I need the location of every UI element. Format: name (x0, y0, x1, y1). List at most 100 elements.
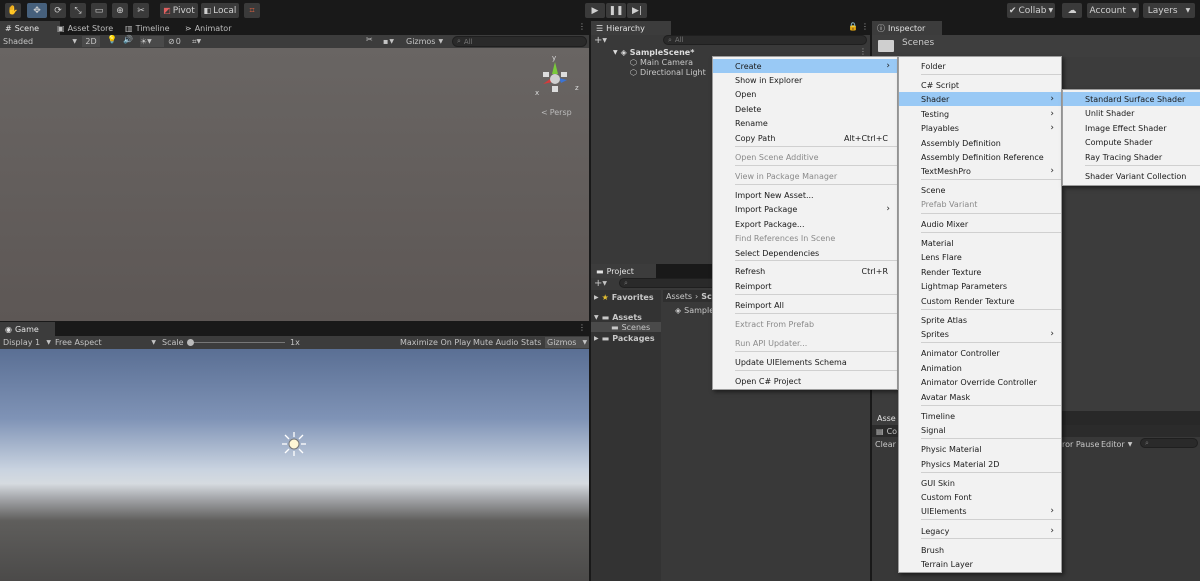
shader-menu-item-unlit-shader[interactable]: Unlit Shader (1063, 106, 1200, 120)
panel-menu-icon[interactable]: ⋮ (861, 22, 869, 31)
cloud-icon[interactable]: ☁ (1062, 3, 1082, 18)
step-button[interactable]: ▶| (627, 3, 647, 18)
create-dropdown[interactable]: + ▼ (594, 35, 607, 46)
game-gizmos-dropdown[interactable]: Gizmos ▼ (545, 337, 590, 348)
create-menu-item-render-texture[interactable]: Render Texture (899, 265, 1061, 279)
context-menu-item-import-new-asset[interactable]: Import New Asset... (713, 188, 897, 202)
scene-search-input[interactable]: ⌕ All (452, 36, 587, 47)
asset-item-scene[interactable]: ◈ Sample (675, 305, 714, 315)
stats-toggle[interactable]: Stats (521, 336, 541, 349)
tab-inspector[interactable]: ⓘ Inspector (872, 21, 942, 35)
context-menu-item-copy-path[interactable]: Copy Path Alt+Ctrl+C (713, 131, 897, 145)
tree-item-favorites[interactable]: ▶ ★ Favorites (594, 292, 654, 302)
effects-dropdown[interactable]: ☀ ▼ (140, 36, 164, 47)
shader-menu-item-shader-variant-collection[interactable]: Shader Variant Collection (1063, 169, 1200, 183)
create-menu-item-avatar-mask[interactable]: Avatar Mask (899, 390, 1061, 404)
create-menu-item-sprites[interactable]: Sprites › (899, 327, 1061, 341)
audio-icon[interactable]: 🔊 (123, 35, 133, 44)
layers-dropdown[interactable]: Layers ▼ (1143, 3, 1195, 18)
create-menu-item-brush[interactable]: Brush (899, 543, 1061, 557)
shader-menu-item-ray-tracing-shader[interactable]: Ray Tracing Shader (1063, 150, 1200, 164)
rect-tool-icon[interactable]: ▭ (91, 3, 107, 18)
error-pause-toggle[interactable]: ror Pause (1062, 439, 1099, 449)
context-menu-item-reimport-all[interactable]: Reimport All (713, 298, 897, 312)
panel-menu-icon[interactable]: ⋮ (578, 323, 586, 332)
tab-hierarchy[interactable]: ☰ Hierarchy (591, 21, 671, 35)
create-menu-item-animation[interactable]: Animation (899, 361, 1061, 375)
hidden-objects-toggle[interactable]: ⊘ 0 (168, 35, 181, 48)
context-menu-item-delete[interactable]: Delete (713, 102, 897, 116)
context-menu-item-create[interactable]: Create › (713, 59, 897, 73)
create-menu-item-legacy[interactable]: Legacy › (899, 524, 1061, 538)
create-menu-item-physic-material[interactable]: Physic Material (899, 442, 1061, 456)
create-menu-item-animator-override-controller[interactable]: Animator Override Controller (899, 375, 1061, 389)
aspect-dropdown[interactable]: Free Aspect ▼ (55, 336, 156, 349)
mute-audio-toggle[interactable]: Mute Audio (473, 336, 518, 349)
hand-tool-icon[interactable]: ✋ (5, 3, 21, 18)
display-dropdown[interactable]: Display 1 ▼ (3, 336, 51, 349)
create-menu-item-c-script[interactable]: C# Script (899, 78, 1061, 92)
create-menu-item-sprite-atlas[interactable]: Sprite Atlas (899, 313, 1061, 327)
create-menu-item-lens-flare[interactable]: Lens Flare (899, 250, 1061, 264)
project-search-input[interactable]: ⌕ (619, 278, 719, 288)
shading-dropdown[interactable]: Shaded ▼ (3, 35, 77, 48)
create-menu-item-scene[interactable]: Scene (899, 183, 1061, 197)
shader-menu-item-compute-shader[interactable]: Compute Shader (1063, 135, 1200, 149)
create-menu-item-folder[interactable]: Folder (899, 59, 1061, 73)
context-menu-item-open[interactable]: Open (713, 87, 897, 101)
create-menu-item-material[interactable]: Material (899, 236, 1061, 250)
move-tool-icon[interactable]: ✥ (27, 3, 47, 18)
scene-view[interactable]: y x z < Persp (0, 48, 589, 321)
tab-animator[interactable]: ⋗ Animator (180, 21, 236, 35)
maximize-on-play-toggle[interactable]: Maximize On Play (400, 336, 471, 349)
context-menu-item-reimport[interactable]: Reimport (713, 279, 897, 293)
create-menu-item-uielements[interactable]: UIElements › (899, 504, 1061, 518)
context-menu-item-import-package[interactable]: Import Package › (713, 202, 897, 216)
scale-slider-thumb[interactable] (187, 339, 194, 346)
scene-root-item[interactable]: ▼ ◈ SampleScene* (613, 47, 694, 57)
editor-dropdown[interactable]: Editor ▼ (1101, 439, 1132, 449)
breadcrumb-assets[interactable]: Assets › Sc (666, 291, 712, 301)
create-menu-item-assembly-definition-reference[interactable]: Assembly Definition Reference (899, 150, 1061, 164)
create-menu-item-timeline[interactable]: Timeline (899, 409, 1061, 423)
2d-toggle[interactable]: 2D (82, 36, 100, 47)
game-view[interactable] (0, 349, 589, 581)
tab-scene[interactable]: # Scene (0, 21, 60, 35)
create-menu-item-textmeshpro[interactable]: TextMeshPro › (899, 164, 1061, 178)
shader-menu-item-standard-surface-shader[interactable]: Standard Surface Shader (1063, 92, 1200, 106)
context-menu-item-select-dependencies[interactable]: Select Dependencies (713, 246, 897, 260)
create-menu-item-custom-render-texture[interactable]: Custom Render Texture (899, 294, 1061, 308)
orientation-gizmo[interactable]: y x z (535, 52, 585, 102)
console-search-input[interactable]: ⌕ (1140, 438, 1198, 448)
y-axis-cone[interactable] (552, 62, 558, 74)
custom-tool-icon[interactable]: ✂ (133, 3, 149, 18)
context-menu-item-export-package[interactable]: Export Package... (713, 217, 897, 231)
create-menu-item-terrain-layer[interactable]: Terrain Layer (899, 557, 1061, 571)
grid-dropdown[interactable]: ⌗ ▼ (192, 35, 201, 48)
scale-tool-icon[interactable]: ⤡ (70, 3, 86, 18)
context-menu-item-show-in-explorer[interactable]: Show in Explorer (713, 73, 897, 87)
create-menu-item-playables[interactable]: Playables › (899, 121, 1061, 135)
project-create-dropdown[interactable]: + ▼ (594, 278, 607, 289)
context-menu-item-open-c-project[interactable]: Open C# Project (713, 374, 897, 388)
clear-button[interactable]: Clear (875, 439, 896, 449)
tab-timeline[interactable]: ▥ Timeline (120, 21, 175, 35)
lock-icon[interactable]: 🔒 (848, 22, 858, 31)
account-dropdown[interactable]: Account ▼ (1087, 3, 1139, 18)
local-toggle[interactable]: ◧ Local (201, 3, 239, 18)
grid-snap-icon[interactable]: ⌗ (244, 3, 260, 18)
create-menu-item-gui-skin[interactable]: GUI Skin (899, 476, 1061, 490)
pivot-toggle[interactable]: ◩ Pivot (160, 3, 198, 18)
create-menu-item-lightmap-parameters[interactable]: Lightmap Parameters (899, 279, 1061, 293)
tree-item-packages[interactable]: ▶ ▬ Packages (594, 333, 655, 343)
z-axis-cone[interactable] (559, 78, 567, 83)
lighting-icon[interactable]: 💡 (107, 35, 117, 44)
gizmo-center[interactable] (550, 74, 560, 84)
hierarchy-item-directional-light[interactable]: ⬡ Directional Light (630, 67, 706, 77)
context-menu-item-update-uielements-schema[interactable]: Update UIElements Schema (713, 355, 897, 369)
tree-item-assets[interactable]: ▼ ▬ Assets (594, 312, 642, 322)
tab-console-partial[interactable]: ▤ Co (876, 426, 897, 436)
camera-dropdown[interactable]: ▪ ▼ (383, 35, 394, 48)
tools-icon[interactable]: ✂ (366, 35, 373, 44)
create-menu-item-physics-material-2d[interactable]: Physics Material 2D (899, 457, 1061, 471)
